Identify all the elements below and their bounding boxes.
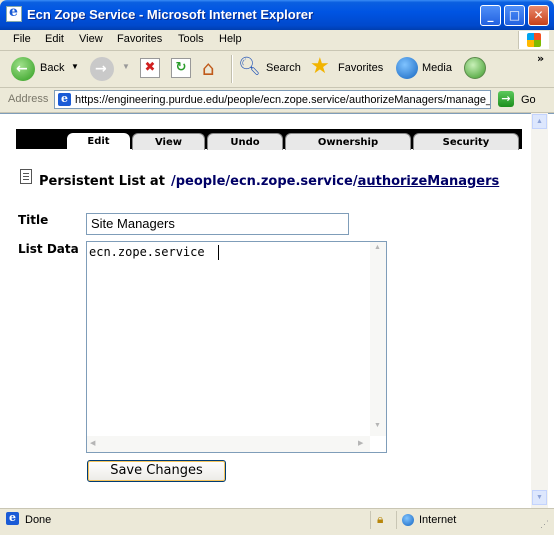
menu-view[interactable]: View — [79, 33, 103, 45]
menu-help[interactable]: Help — [219, 33, 242, 45]
search-icon[interactable]: 🔍︎ — [238, 56, 261, 77]
text-caret — [218, 245, 219, 260]
search-button[interactable]: Search — [266, 62, 301, 74]
media-globe-icon[interactable] — [396, 57, 418, 79]
status-zone-panel: Internet — [396, 511, 537, 529]
list-data-textarea[interactable]: ecn.zope.service ▲ ▼ ◀ ▶ — [86, 241, 387, 453]
favorites-star-icon[interactable]: ★ — [310, 54, 330, 79]
back-button[interactable]: Back — [40, 62, 64, 74]
history-icon[interactable] — [464, 57, 486, 79]
address-url: https://engineering.purdue.edu/people/ec… — [75, 94, 491, 106]
window-title: Ecn Zope Service - Microsoft Internet Ex… — [27, 7, 314, 22]
list-data-label: List Data — [18, 242, 79, 256]
address-input[interactable]: e https://engineering.purdue.edu/people/… — [54, 90, 491, 109]
home-icon[interactable]: ⌂ — [202, 57, 224, 79]
toolbar-separator — [231, 55, 233, 83]
textarea-scroll-right-icon[interactable]: ▶ — [358, 439, 363, 447]
stop-icon[interactable]: ✖ — [140, 58, 160, 78]
minimize-button[interactable]: _ — [480, 5, 501, 26]
menu-file[interactable]: File — [13, 33, 31, 45]
close-button[interactable]: ✕ — [528, 5, 549, 26]
menu-edit[interactable]: Edit — [45, 33, 64, 45]
ie-app-icon — [6, 4, 22, 22]
favorites-button[interactable]: Favorites — [338, 62, 383, 74]
toolbar-overflow-icon[interactable]: » — [537, 52, 544, 65]
back-dropdown-icon[interactable]: ▼ — [71, 62, 79, 71]
go-arrow-icon[interactable]: → — [498, 91, 514, 107]
back-arrow-glyph-icon: ← — [16, 61, 28, 77]
page-scrollbar[interactable]: ▲ ▼ — [531, 113, 548, 508]
scroll-down-icon[interactable]: ▼ — [532, 490, 547, 505]
textarea-horizontal-scrollbar[interactable]: ◀ ▶ — [87, 436, 370, 452]
status-text: Done — [25, 514, 52, 526]
path-prefix[interactable]: /people/ecn.zope.service/ — [171, 174, 358, 189]
textarea-scroll-up-icon[interactable]: ▲ — [374, 244, 381, 251]
maximize-button[interactable]: □ — [504, 5, 525, 26]
document-icon — [20, 169, 32, 184]
tab-undo[interactable]: Undo — [207, 133, 283, 150]
object-path: /people/ecn.zope.service/authorizeManage… — [171, 174, 499, 189]
address-label: Address — [8, 93, 49, 105]
forward-arrow-glyph-icon: → — [95, 61, 107, 77]
tab-edit[interactable]: Edit — [67, 133, 130, 150]
textarea-vertical-scrollbar[interactable]: ▲ ▼ — [370, 242, 386, 436]
windows-logo-icon — [518, 31, 549, 49]
page-heading: Persistent List at — [39, 174, 165, 189]
go-button[interactable]: Go — [521, 94, 536, 106]
status-lock-panel: 🔒︎ — [370, 511, 395, 529]
resize-grip-icon[interactable]: ⋰ — [540, 519, 549, 530]
textarea-scroll-down-icon[interactable]: ▼ — [374, 422, 381, 429]
menu-tools[interactable]: Tools — [178, 33, 204, 45]
menu-favorites[interactable]: Favorites — [117, 33, 162, 45]
scroll-up-icon[interactable]: ▲ — [532, 114, 547, 129]
status-page-icon: e — [6, 512, 19, 525]
lock-icon: 🔒︎ — [377, 512, 384, 526]
textarea-scroll-left-icon[interactable]: ◀ — [90, 439, 95, 447]
tab-view[interactable]: View — [132, 133, 205, 150]
media-button[interactable]: Media — [422, 62, 452, 74]
refresh-icon[interactable]: ↻ — [171, 58, 191, 78]
list-data-value: ecn.zope.service — [89, 245, 205, 259]
title-input[interactable]: Site Managers — [86, 213, 349, 235]
status-zone: Internet — [419, 514, 457, 526]
internet-globe-icon — [402, 514, 414, 526]
forward-dropdown-icon[interactable]: ▼ — [122, 62, 130, 71]
title-label: Title — [18, 213, 49, 227]
page-icon: e — [58, 93, 71, 106]
tab-ownership[interactable]: Ownership — [285, 133, 411, 150]
path-link[interactable]: authorizeManagers — [358, 174, 500, 189]
save-changes-button[interactable]: Save Changes — [87, 460, 226, 482]
tab-security[interactable]: Security — [413, 133, 519, 150]
